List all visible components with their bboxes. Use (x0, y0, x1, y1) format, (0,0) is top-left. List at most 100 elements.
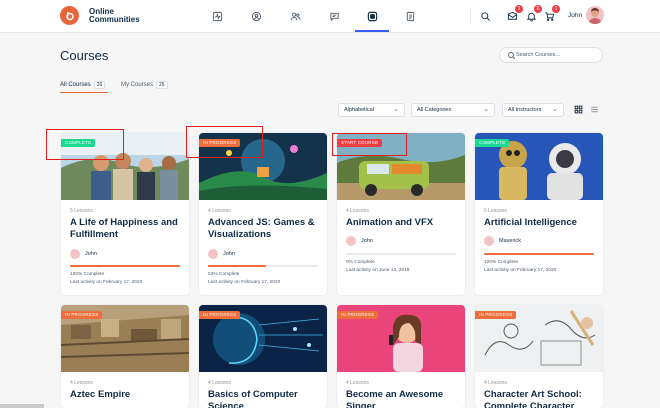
course-author[interactable]: John (346, 235, 373, 247)
author-avatar (484, 236, 494, 246)
profile-icon[interactable] (249, 9, 263, 23)
progress-bar (484, 253, 594, 255)
course-author[interactable]: Maverick (484, 235, 521, 247)
brand-line2: Communities (89, 15, 140, 24)
last-activity: Last activity on February 17, 2020 (484, 268, 557, 273)
lesson-count: 4 Lessons (346, 208, 369, 214)
course-card[interactable]: In Progress 4 Lessons Basics of Computer… (199, 305, 327, 408)
course-card[interactable]: Start Course 4 Lessons Animation and VFX… (337, 133, 465, 295)
course-title[interactable]: Basics of Computer Science (208, 389, 324, 408)
status-badge: In Progress (61, 311, 103, 319)
documents-icon[interactable] (403, 9, 417, 23)
tab-label: My Courses (121, 82, 154, 88)
progress-fill (208, 265, 267, 267)
status-badge: In Progress (475, 311, 517, 319)
status-badge: In Progress (337, 311, 379, 319)
lesson-count: 4 Lessons (208, 380, 231, 386)
cart-icon[interactable]: 1 (542, 5, 560, 23)
progress-fill (484, 253, 594, 255)
progress-label: 0% Complete (346, 260, 375, 265)
instructor-select[interactable]: All Instructors (502, 103, 564, 117)
last-activity: Last activity on June 13, 2019 (346, 268, 410, 273)
lesson-count: 4 Lessons (346, 380, 369, 386)
status-badge: Complete (475, 139, 510, 147)
course-card[interactable]: In Progress 4 Lessons Character Art Scho… (475, 305, 603, 408)
last-activity: Last activity on February 17, 2020 (70, 280, 143, 285)
list-view-button[interactable] (589, 104, 600, 115)
notifications-badge: 6 (534, 5, 542, 13)
active-nav-indicator (355, 30, 389, 32)
search-icon (508, 52, 516, 60)
progress-label: 53% Complete (208, 272, 240, 277)
author-name: John (361, 238, 373, 244)
chevron-down-icon (394, 108, 398, 112)
forums-icon[interactable] (327, 9, 341, 23)
members-icon[interactable] (288, 9, 302, 23)
header-divider (470, 10, 471, 22)
lesson-count: 4 Lessons (484, 380, 507, 386)
lesson-count: 6 Lessons (484, 208, 507, 214)
last-activity: Last activity on February 17, 2020 (208, 280, 281, 285)
messages-badge: 1 (515, 5, 523, 13)
notifications-icon[interactable]: 6 (524, 5, 542, 23)
chevron-down-icon (484, 108, 488, 112)
progress-bar (346, 253, 456, 255)
messages-icon[interactable]: 1 (505, 5, 523, 23)
course-author[interactable]: John (70, 248, 97, 260)
course-title[interactable]: Aztec Empire (70, 389, 186, 401)
instructor-select-value: All Instructors (508, 107, 542, 113)
lesson-count: 4 Lessons (208, 208, 231, 214)
horizontal-scrollbar[interactable] (0, 404, 44, 408)
author-avatar (346, 236, 356, 246)
course-search[interactable] (499, 47, 603, 63)
site-logo[interactable] (60, 6, 79, 25)
user-avatar[interactable] (586, 6, 604, 24)
tab-count: 26 (156, 81, 168, 89)
author-name: Maverick (499, 238, 522, 244)
grid-view-button[interactable] (573, 104, 584, 115)
course-author[interactable]: John (208, 248, 235, 260)
user-name[interactable]: John (568, 12, 582, 19)
tab-my-courses[interactable]: My Courses 26 (121, 81, 168, 89)
page-title: Courses (60, 48, 109, 63)
tab-count: 26 (93, 81, 106, 89)
grid-icon (574, 105, 583, 114)
category-select-value: All Categories (417, 107, 452, 113)
site-brand[interactable]: Online Communities (89, 8, 159, 24)
course-title[interactable]: Become an Awesome Singer (346, 389, 462, 408)
annotation-box (186, 126, 263, 158)
course-title[interactable]: Character Art School: Complete Character (484, 389, 600, 408)
course-title[interactable]: A Life of Happiness and Fulfillment (70, 217, 186, 241)
lesson-count: 4 Lessons (70, 380, 93, 386)
category-select[interactable]: All Categories (411, 103, 495, 117)
author-name: John (85, 251, 97, 257)
progress-bar (208, 265, 318, 267)
activity-icon[interactable] (210, 9, 224, 23)
search-icon[interactable] (478, 9, 492, 23)
course-title[interactable]: Animation and VFX (346, 217, 462, 229)
logo-icon (65, 11, 74, 20)
tab-all-courses[interactable]: All Courses 26 (60, 81, 106, 89)
chevron-down-icon (553, 108, 557, 112)
course-title[interactable]: Advanced JS: Games & Visualizations (208, 217, 324, 241)
list-icon (591, 106, 598, 113)
course-title[interactable]: Artificial Intelligence (484, 217, 600, 229)
lesson-count: 5 Lessons (70, 208, 93, 214)
search-courses-input[interactable] (516, 50, 600, 60)
progress-fill (70, 265, 180, 267)
progress-label: 100% Complete (484, 260, 519, 265)
order-select[interactable]: Alphabetical (338, 103, 405, 117)
annotation-box (332, 133, 407, 156)
author-name: John (223, 251, 235, 257)
course-card[interactable]: In Progress 4 Lessons Aztec Empire (61, 305, 189, 408)
course-card[interactable]: In Progress 4 Lessons Become an Awesome … (337, 305, 465, 408)
courses-icon[interactable] (365, 9, 379, 23)
author-avatar (208, 249, 218, 259)
active-tab-underline (60, 92, 108, 93)
tab-label: All Courses (60, 82, 91, 88)
progress-bar (70, 265, 180, 267)
course-card[interactable]: Complete 6 Lessons Artificial Intelligen… (475, 133, 603, 295)
progress-label: 100% Complete (70, 272, 105, 277)
author-avatar (70, 249, 80, 259)
annotation-box (46, 129, 124, 160)
